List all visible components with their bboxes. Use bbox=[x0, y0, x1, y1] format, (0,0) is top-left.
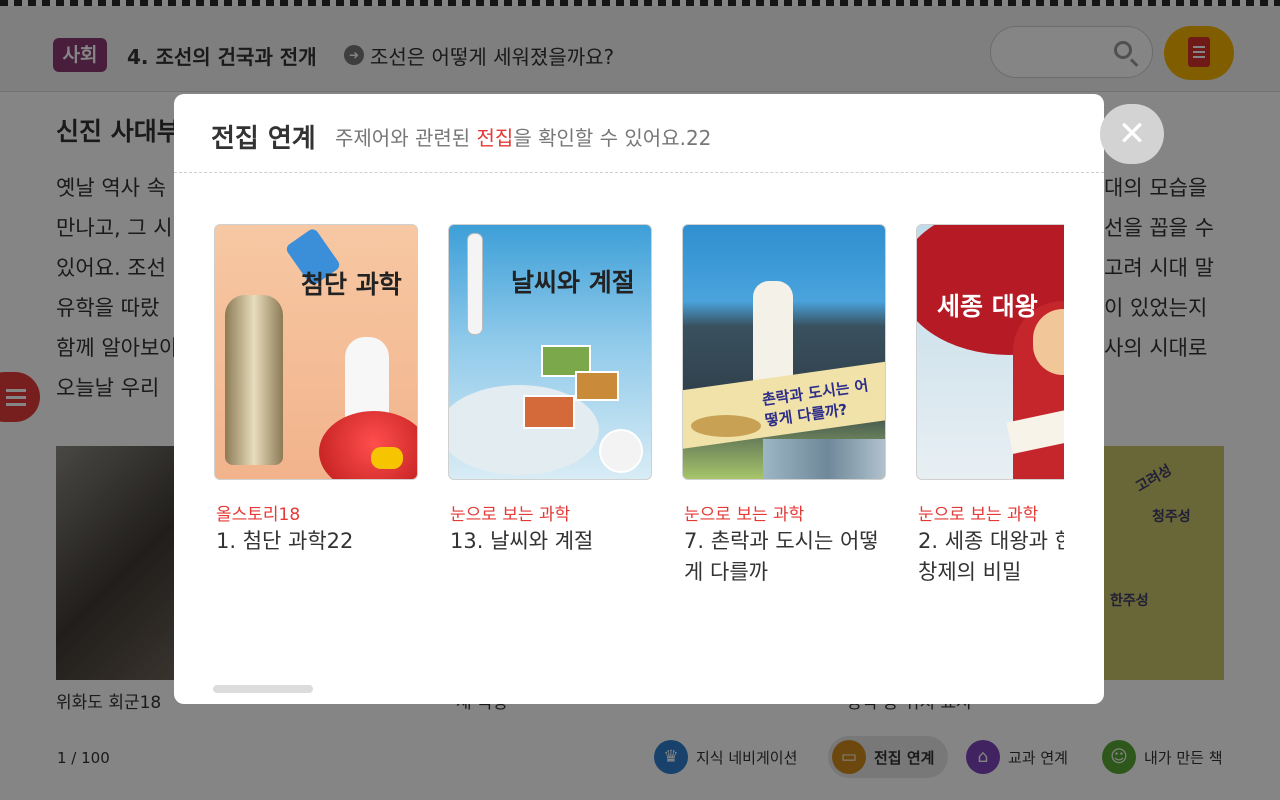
badge-illustration bbox=[371, 447, 403, 469]
book-cover[interactable]: 촌락과 도시는 어떻게 다를까? bbox=[682, 224, 886, 480]
modal-description-suffix: 을 확인할 수 있어요.22 bbox=[513, 126, 712, 150]
robot-illustration bbox=[225, 295, 283, 465]
book-series: 눈으로 보는 과학 bbox=[918, 505, 1039, 525]
cover-title: 세종 대왕 bbox=[937, 292, 1038, 321]
hat-illustration bbox=[691, 415, 761, 437]
modal-divider bbox=[174, 172, 1104, 173]
carousel-scrollbar[interactable] bbox=[213, 685, 313, 693]
modal-description: 주제어와 관련된 전집을 확인할 수 있어요.22 bbox=[335, 122, 711, 151]
book-series: 눈으로 보는 과학 bbox=[450, 505, 571, 525]
book-series: 눈으로 보는 과학 bbox=[684, 505, 805, 525]
book-cover[interactable]: 날씨와 계절 bbox=[448, 224, 652, 480]
photo-thumbnail bbox=[523, 395, 575, 429]
book-cover[interactable]: 세종 대왕 bbox=[916, 224, 1064, 480]
close-button[interactable]: ✕ bbox=[1100, 104, 1164, 164]
robot-cleaner-illustration bbox=[319, 411, 417, 479]
book-carousel[interactable]: 첨단 과학 올스토리18 1. 첨단 과학22 날씨와 계절 눈으로 보는 과학… bbox=[214, 224, 1064, 654]
photo-thumbnail bbox=[599, 429, 643, 473]
book-cover[interactable]: 첨단 과학 bbox=[214, 224, 418, 480]
city-illustration bbox=[763, 439, 885, 479]
modal-description-highlight: 전집 bbox=[476, 126, 514, 150]
book-title[interactable]: 1. 첨단 과학22 bbox=[216, 526, 416, 557]
book-title[interactable]: 7. 촌락과 도시는 어떻게 다를까 bbox=[684, 526, 884, 588]
modal-description-prefix: 주제어와 관련된 bbox=[335, 126, 477, 150]
modal-title: 전집 연계 bbox=[211, 124, 316, 154]
cover-title: 첨단 과학 bbox=[301, 270, 402, 299]
book-title[interactable]: 2. 세종 대왕과 한글 창제의 비밀 bbox=[918, 526, 1064, 588]
book-series: 올스토리18 bbox=[216, 505, 301, 525]
collection-modal: 전집 연계 주제어와 관련된 전집을 확인할 수 있어요.22 첨단 과학 올스… bbox=[174, 94, 1104, 704]
cover-title: 날씨와 계절 bbox=[511, 268, 635, 297]
book-title[interactable]: 13. 날씨와 계절 bbox=[450, 526, 650, 557]
photo-thumbnail bbox=[575, 371, 619, 401]
thermometer-illustration bbox=[467, 233, 483, 335]
